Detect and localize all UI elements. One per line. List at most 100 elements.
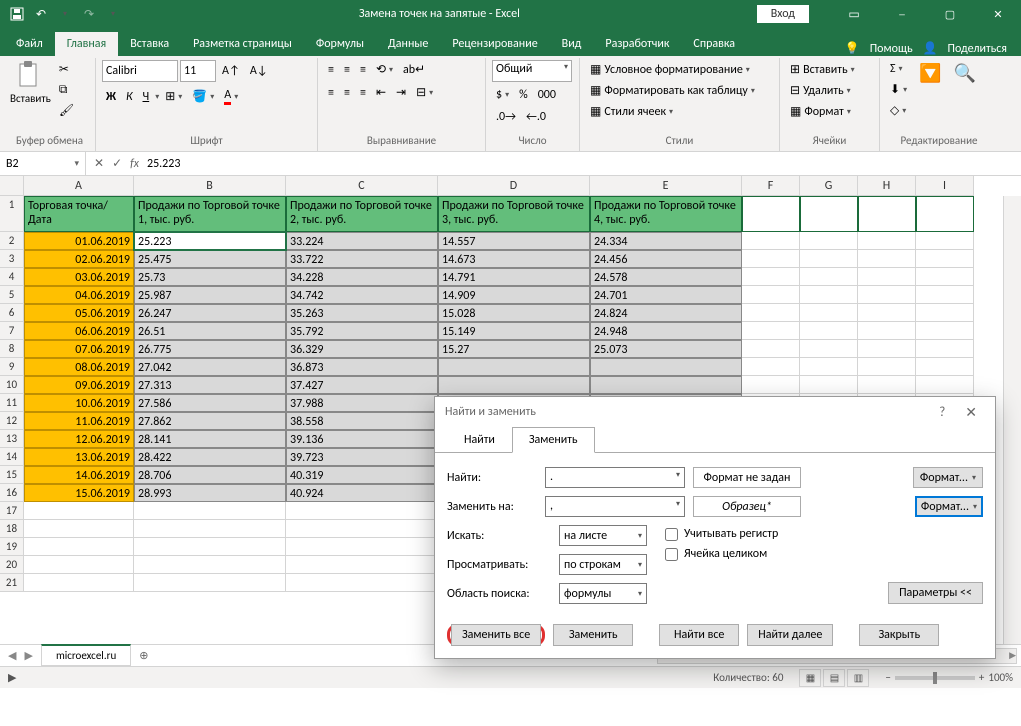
number-format-select[interactable]: Общий▾ [492,60,572,82]
comma-icon[interactable]: 000 [534,86,560,104]
tab-home[interactable]: Главная [55,32,118,56]
cell[interactable]: 37.988 [286,394,438,412]
cell[interactable] [800,250,858,268]
format-painter-icon[interactable]: 🖌 [55,101,78,120]
cell[interactable]: 24.334 [590,232,742,250]
dialog-close-button[interactable]: Закрыть [859,624,939,646]
tab-help[interactable]: Справка [681,32,747,56]
bold-button[interactable]: Ж [102,88,120,106]
tab-formulas[interactable]: Формулы [304,32,376,56]
fill-icon[interactable]: ⬇▾ [886,80,911,99]
align-middle-icon[interactable]: ≡ [340,61,354,79]
cell[interactable]: 14.673 [438,250,590,268]
cell[interactable] [800,322,858,340]
cell[interactable]: 01.06.2019 [24,232,134,250]
tab-file[interactable]: Файл [4,32,55,56]
row-header[interactable]: 6 [0,304,24,322]
delete-cells-button[interactable]: ⊟ Удалить▾ [786,81,855,100]
sheet-tab[interactable]: microexcel.ru [41,644,131,666]
dialog-help-icon[interactable]: ? [939,405,945,420]
column-header[interactable]: A [24,176,134,196]
search-within-select[interactable]: на листе▾ [559,525,647,546]
replace-format-button[interactable]: Формат...▾ [915,496,983,517]
cell[interactable]: 40.319 [286,466,438,484]
qat-customize-icon[interactable]: ▾ [104,5,122,23]
cell[interactable]: 26.775 [134,340,286,358]
cell[interactable]: 11.06.2019 [24,412,134,430]
cell[interactable]: 27.862 [134,412,286,430]
cell[interactable]: 27.313 [134,376,286,394]
cell[interactable] [742,286,800,304]
match-whole-checkbox[interactable]: Ячейка целиком [665,547,983,561]
cell[interactable]: 24.824 [590,304,742,322]
cancel-icon[interactable]: ✕ [94,156,104,171]
cell[interactable] [286,556,438,574]
dialog-tab-find[interactable]: Найти [447,427,512,453]
sheet-nav-prev-icon[interactable]: ◀ [8,649,16,662]
cell[interactable] [438,376,590,394]
cell[interactable] [916,250,974,268]
cell[interactable]: 08.06.2019 [24,358,134,376]
fill-color-icon[interactable]: 🪣▾ [188,87,218,106]
record-macro-icon[interactable]: ▶ [8,671,16,684]
cell[interactable]: 15.06.2019 [24,484,134,502]
font-name-select[interactable] [102,60,178,82]
vertical-scrollbar[interactable] [1003,196,1021,644]
replace-input[interactable]: ,▾ [545,496,685,517]
cell[interactable]: 34.228 [286,268,438,286]
sheet-nav-next-icon[interactable]: ▶ [24,649,32,662]
cell[interactable]: 04.06.2019 [24,286,134,304]
cell[interactable]: 24.948 [590,322,742,340]
column-header[interactable]: E [590,176,742,196]
paste-label[interactable]: Вставить [10,92,51,105]
cell[interactable] [24,502,134,520]
row-header[interactable]: 1 [0,196,24,232]
cell[interactable] [916,268,974,286]
cell[interactable] [800,304,858,322]
cell[interactable]: 14.791 [438,268,590,286]
percent-icon[interactable]: % [515,86,532,104]
cell[interactable] [134,502,286,520]
decrease-indent-icon[interactable]: ⇤ [372,83,390,102]
cell[interactable]: 34.742 [286,286,438,304]
normal-view-button[interactable]: ▦ [799,669,821,687]
cell[interactable] [24,574,134,592]
cond-format-button[interactable]: ▦ Условное форматирование▾ [586,60,754,79]
cell[interactable] [134,574,286,592]
paste-icon[interactable] [16,60,44,90]
wrap-text-icon[interactable]: ab↵ [399,60,429,79]
tab-review[interactable]: Рецензирование [440,32,549,56]
cell[interactable] [858,322,916,340]
minimize-button[interactable]: ─ [879,0,925,28]
find-next-button[interactable]: Найти далее [747,624,833,646]
cell[interactable]: 15.149 [438,322,590,340]
decrease-font-icon[interactable]: A↓ [246,62,272,80]
tab-data[interactable]: Данные [376,32,440,56]
zoom-slider[interactable] [895,676,975,680]
replace-all-button[interactable]: Заменить все [451,624,541,646]
page-break-button[interactable]: ▥ [847,669,869,687]
cell[interactable]: 37.427 [286,376,438,394]
autosum-icon[interactable]: Σ▾ [886,60,911,78]
align-bottom-icon[interactable]: ≡ [356,61,370,79]
cell[interactable]: 26.51 [134,322,286,340]
row-header[interactable]: 7 [0,322,24,340]
match-case-checkbox[interactable]: Учитывать регистр [665,527,983,541]
save-icon[interactable] [8,5,26,23]
row-header[interactable]: 16 [0,484,24,502]
cell[interactable] [286,538,438,556]
maximize-button[interactable]: ▢ [927,0,973,28]
name-box[interactable]: B2▾ [0,152,86,175]
cell[interactable]: 26.247 [134,304,286,322]
cell[interactable]: 10.06.2019 [24,394,134,412]
cell[interactable]: 35.263 [286,304,438,322]
cell[interactable] [286,502,438,520]
row-header[interactable]: 15 [0,466,24,484]
merge-icon[interactable]: ⊟▾ [412,83,437,102]
row-header[interactable]: 14 [0,448,24,466]
cell[interactable]: Продажи по Торговой точке 1, тыс. руб. [134,196,286,232]
redo-icon[interactable]: ↷ [80,5,98,23]
cell[interactable] [590,358,742,376]
cell[interactable] [800,286,858,304]
cell[interactable] [800,340,858,358]
